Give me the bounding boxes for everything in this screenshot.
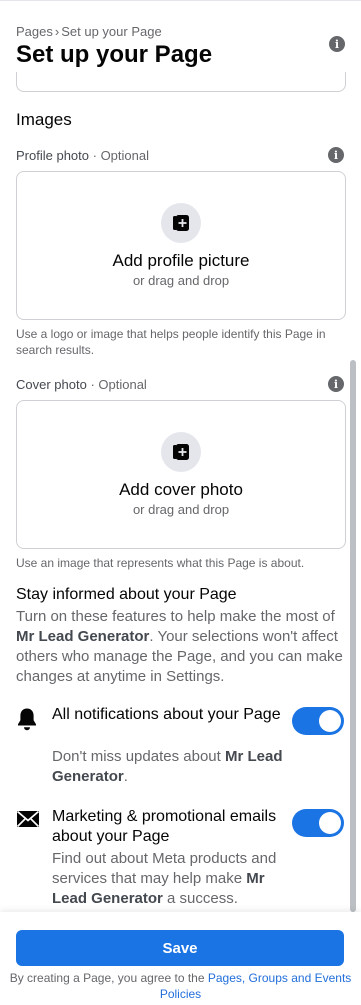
cover-photo-help: Use an image that represents what this P… [16,556,305,570]
cover-photo-label: Cover photo · Optional [16,377,147,392]
marketing-desc-text: Find out about Meta products and service… [52,850,277,887]
notifications-desc-text: . [123,768,128,785]
footer: Save By creating a Page, you agree to th… [0,912,361,1005]
drag-and-drop-hint: or drag and drop [132,502,230,517]
marketing-emails-setting-title: Marketing & promotional emails about you… [52,808,277,845]
terms-text: By creating a Page, you agree to the [9,971,208,985]
stay-informed-desc-text: Turn on these features to help make the … [16,608,335,625]
cover-photo-upload[interactable]: Add cover photo or drag and drop [16,400,346,549]
page-header: Pages › Set up your Page Set up your Page … [16,24,345,69]
add-cover-photo-label: Add cover photo [119,480,243,499]
marketing-emails-toggle[interactable] [292,809,344,837]
info-icon[interactable]: i [328,376,344,392]
page-title: Set up your Page [16,41,213,68]
marketing-emails-setting-row: Marketing & promotional emails about you… [16,807,346,907]
window-top-edge [0,0,361,6]
envelope-icon [16,809,40,831]
cover-photo-optional: · Optional [90,377,147,392]
previous-field-edge [16,72,346,92]
notifications-desc-text: Don't miss updates about [52,748,225,765]
add-profile-picture-label: Add profile picture [112,251,250,270]
breadcrumb-current: Set up your Page [61,24,162,39]
profile-photo-help: Use a logo or image that helps people id… [16,327,326,357]
stay-informed-title: Stay informed about your Page [16,586,237,603]
profile-photo-upload[interactable]: Add profile picture or drag and drop [16,171,346,320]
stay-informed-description: Turn on these features to help make the … [16,607,344,687]
marketing-desc-text: a success. [162,890,238,907]
notifications-setting-row: All notifications about your Page Don't … [16,705,346,785]
drag-and-drop-hint: or drag and drop [132,273,230,288]
bell-icon [16,707,40,731]
profile-photo-optional: · Optional [92,148,149,163]
add-photo-icon [161,432,201,472]
toggle-knob [319,710,341,732]
page-name: Mr Lead Generator [16,628,150,645]
profile-photo-label-text: Profile photo [16,148,89,163]
breadcrumb-root[interactable]: Pages [16,24,53,39]
info-icon[interactable]: i [329,36,345,52]
toggle-knob [319,812,341,834]
notifications-setting-title: All notifications about your Page [52,706,281,723]
images-section-heading: Images [16,110,72,129]
save-button[interactable]: Save [16,930,344,966]
scrollbar-thumb[interactable] [350,360,356,912]
marketing-emails-setting-description: Find out about Meta products and service… [52,849,292,909]
cover-photo-label-text: Cover photo [16,377,87,392]
breadcrumb-separator: › [54,24,60,39]
profile-photo-label: Profile photo · Optional [16,148,149,163]
notifications-setting-description: Don't miss updates about Mr Lead Generat… [52,747,292,787]
notifications-toggle[interactable] [292,707,344,735]
info-icon[interactable]: i [328,147,344,163]
terms-notice: By creating a Page, you agree to the Pag… [8,970,353,1002]
breadcrumb: Pages › Set up your Page [16,24,345,39]
add-photo-icon [161,203,201,243]
